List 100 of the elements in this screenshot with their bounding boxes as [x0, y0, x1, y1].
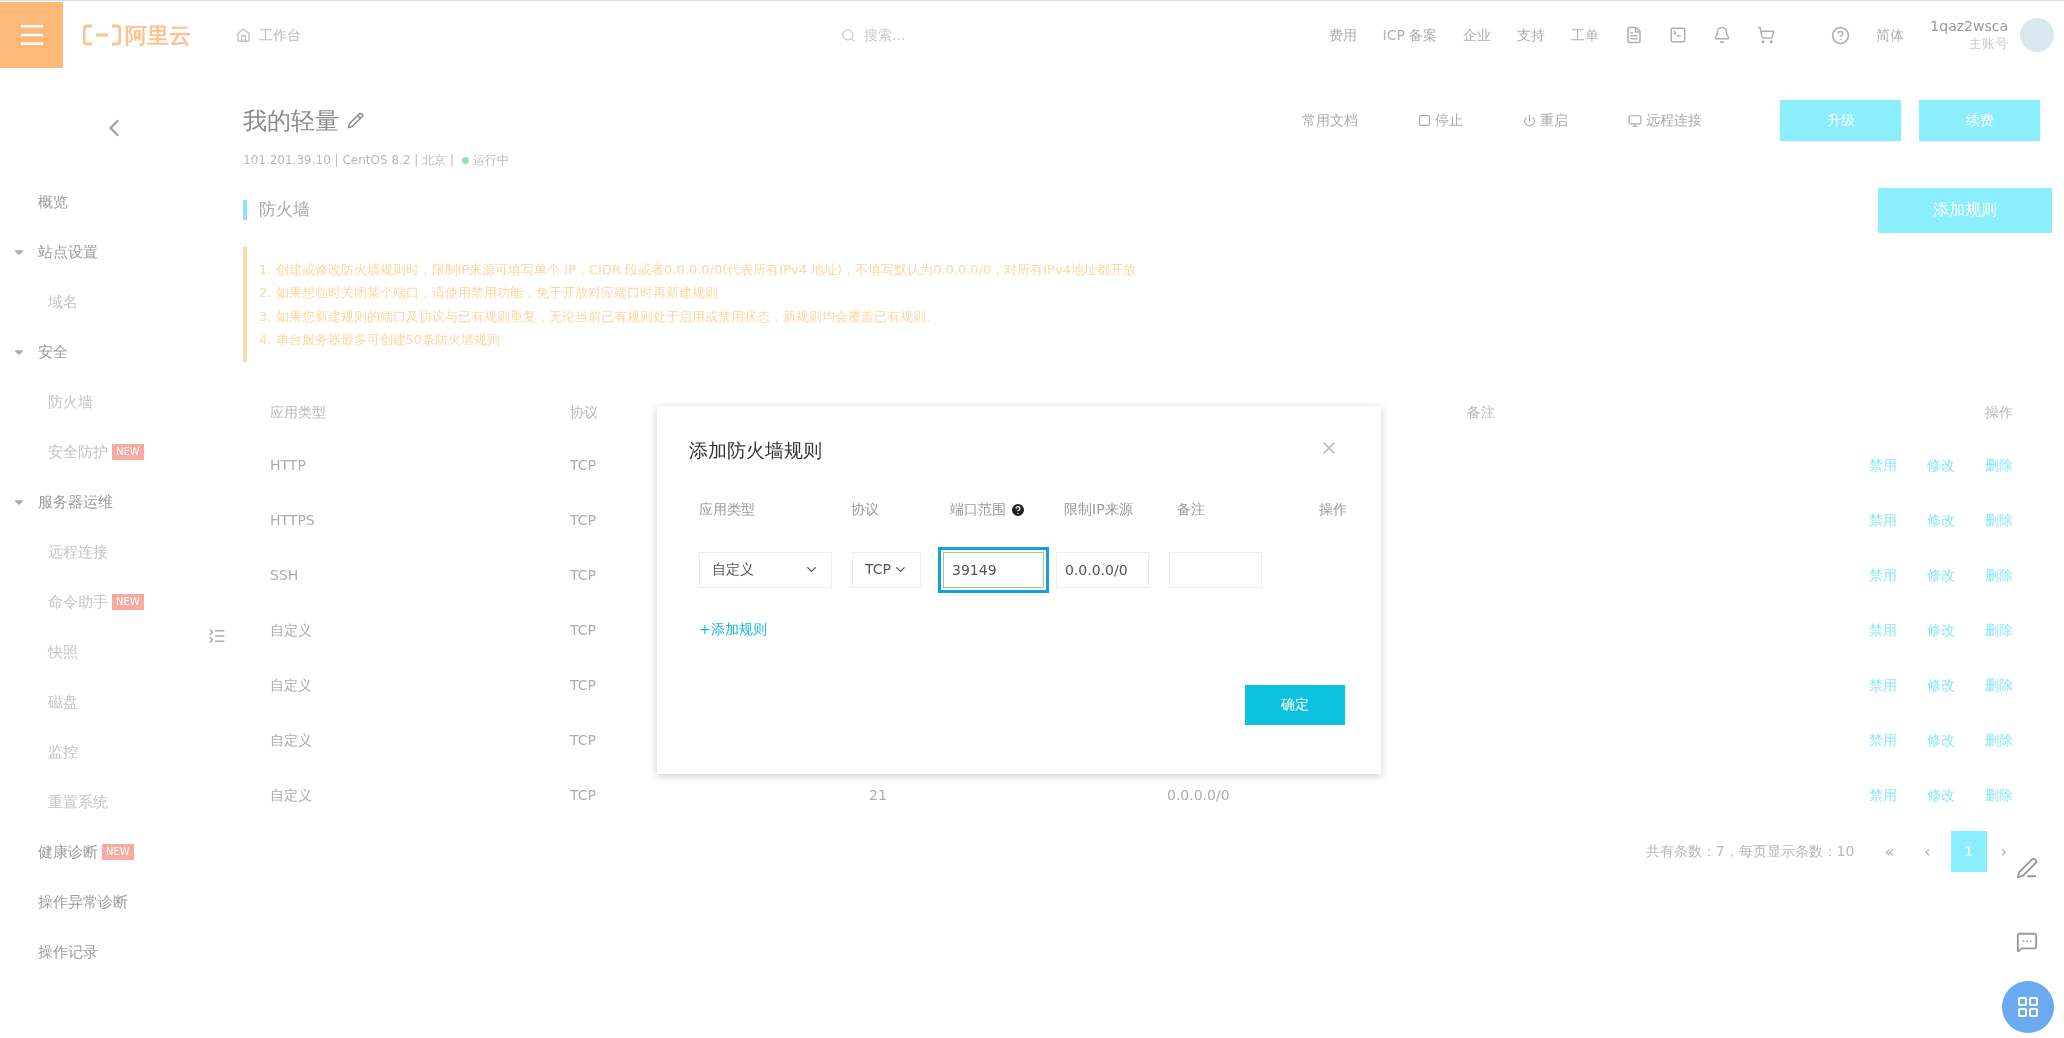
row-action-link[interactable]: 修改 [1927, 785, 1955, 806]
previous-page-button[interactable]: ‹ [1924, 839, 1931, 864]
row-action-link[interactable]: 删除 [1985, 675, 2013, 696]
nav-link[interactable]: 费用 [1328, 24, 1357, 46]
action-button[interactable]: 续费 [1919, 100, 2040, 141]
cart-icon[interactable] [1757, 26, 1776, 44]
add-rule-link[interactable]: +添加规则 [699, 620, 767, 637]
table-cell-text: 自定义 [270, 621, 312, 640]
action-button[interactable]: 常用文档 [1302, 110, 1358, 131]
menu-button[interactable] [0, 2, 63, 68]
table-cell-text: HTTP [270, 456, 306, 475]
new-badge: NEW [102, 844, 134, 860]
row-action-link[interactable]: 删除 [1985, 785, 2013, 806]
sidebar-item[interactable]: 操作异常诊断 [38, 890, 128, 914]
row-action-link[interactable]: 禁用 [1869, 620, 1897, 641]
sidebar-item[interactable]: 概览 [38, 190, 68, 214]
terminal-icon[interactable] [1669, 26, 1688, 44]
table-cell-text: HTTPS [270, 511, 315, 530]
instance-info: 101.201.39.10 | CentOS 8.2 | 北京 | [243, 152, 455, 169]
power-icon [1523, 114, 1536, 127]
logo-text: 阿里云 [125, 21, 191, 50]
stop-icon [1418, 114, 1431, 127]
row-action-link[interactable]: 删除 [1985, 620, 2013, 641]
table-cell-text: SSH [270, 566, 299, 585]
logo-icon [83, 24, 121, 46]
row-action-link[interactable]: 删除 [1985, 730, 2013, 751]
sidebar-item[interactable]: 磁盘 [48, 690, 78, 714]
action-button[interactable]: 升级 [1780, 100, 1901, 141]
action-button[interactable]: 停止 [1418, 110, 1463, 131]
row-action-link[interactable]: 禁用 [1869, 785, 1897, 806]
status-text: 运行中 [473, 152, 510, 169]
row-action-link[interactable]: 禁用 [1869, 455, 1897, 476]
row-action-link[interactable]: 删除 [1985, 455, 2013, 476]
first-page-button[interactable]: « [1884, 839, 1895, 864]
row-action-link[interactable]: 禁用 [1869, 565, 1897, 586]
row-action-link[interactable]: 删除 [1985, 510, 2013, 531]
user-name[interactable]: 1qaz2wsca [1930, 18, 2008, 36]
section-title: 防火墙 [259, 198, 310, 222]
table-cell-text: 自定义 [270, 786, 312, 805]
column-header: 协议 [570, 402, 599, 422]
nav-link[interactable]: 企业 [1463, 24, 1492, 46]
row-action-link[interactable]: 修改 [1927, 620, 1955, 641]
chat-icon[interactable] [2016, 931, 2038, 953]
sidebar-item[interactable]: 快照 [48, 640, 78, 664]
home-link[interactable]: 工作台 [259, 24, 301, 46]
nav-link[interactable]: 工单 [1571, 24, 1600, 46]
edit-icon[interactable] [2016, 857, 2038, 879]
port-field[interactable]: 39149 [938, 546, 1049, 593]
nav-link[interactable]: 支持 [1517, 24, 1546, 46]
language-link[interactable]: 简体 [1876, 24, 1905, 46]
source-ip-field[interactable]: 0.0.0.0/0 [1056, 551, 1149, 588]
page-title: 我的轻量 [243, 105, 339, 137]
dialog-title: 添加防火墙规则 [688, 438, 822, 463]
row-action-link[interactable]: 修改 [1927, 455, 1955, 476]
home-icon[interactable] [236, 27, 251, 43]
action-button[interactable]: 远程连接 [1628, 110, 1702, 131]
row-action-link[interactable]: 修改 [1927, 675, 1955, 696]
sidebar-item[interactable]: 安全 [38, 340, 68, 364]
row-action-link[interactable]: 修改 [1927, 565, 1955, 586]
notice-text: 1. 创建或修改防火墙规则时，限制IP来源可填写单个 IP，CIDR 段或者0.0.0.0/0(代表所有IPv4 地址)，不填写默认为0.0.0.0/0，对所有IPv4地址都开放 [259, 260, 1137, 279]
sidebar-item[interactable]: 站点设置 [38, 240, 98, 264]
sidebar-item[interactable]: 监控 [48, 740, 78, 764]
nav-link[interactable]: ICP 备案 [1382, 24, 1438, 46]
collapse-icon[interactable] [208, 627, 226, 645]
bell-icon[interactable] [1713, 26, 1732, 44]
sidebar-item[interactable]: 域名 [48, 290, 78, 314]
page-button[interactable]: 1 [1950, 831, 1987, 872]
sidebar-item[interactable]: 服务器运维 [38, 490, 113, 514]
new-badge: NEW [112, 594, 144, 610]
row-action-link[interactable]: 禁用 [1869, 510, 1897, 531]
table-cell-text: 自定义 [270, 731, 312, 750]
column-header: 应用类型 [699, 500, 755, 519]
confirm-button[interactable]: 确定 [1245, 684, 1345, 725]
action-button[interactable]: 重启 [1523, 110, 1568, 131]
sidebar-item[interactable]: 远程连接 [48, 540, 108, 564]
sidebar-item[interactable]: 健康诊断 [38, 840, 98, 864]
protocol-select[interactable]: TCP [852, 551, 921, 588]
row-action-link[interactable]: 修改 [1927, 730, 1955, 751]
apps-button[interactable] [2002, 981, 2054, 1033]
avatar[interactable] [2020, 18, 2054, 52]
document-icon[interactable] [1625, 26, 1644, 44]
type-select[interactable]: 自定义 [699, 551, 832, 588]
sidebar-item[interactable]: 安全防护 [48, 440, 108, 464]
sidebar-item[interactable]: 防火墙 [48, 390, 93, 414]
notice-text: 3. 如果您新建规则的端口及协议与已有规则重复，无论当前已有规则处于启用或禁用状态，新规则均会覆盖已有规则。 [259, 307, 940, 326]
table-cell-text: TCP [570, 731, 596, 750]
row-action-link[interactable]: 修改 [1927, 510, 1955, 531]
sidebar-item[interactable]: 操作记录 [38, 940, 98, 964]
table-cell-text: TCP [570, 566, 596, 585]
add-rule-button[interactable]: 添加规则 [1878, 187, 2052, 233]
table-cell-text: 0.0.0.0/0 [1167, 786, 1230, 805]
row-action-link[interactable]: 禁用 [1869, 730, 1897, 751]
row-action-link[interactable]: 删除 [1985, 565, 2013, 586]
table-cell-text: TCP [570, 456, 596, 475]
new-badge: NEW [112, 444, 144, 460]
monitor-icon [1628, 113, 1642, 128]
next-page-button[interactable]: › [2000, 839, 2007, 864]
edit-icon[interactable] [347, 112, 364, 129]
sidebar-item[interactable]: 命令助手 [48, 590, 108, 614]
row-action-link[interactable]: 禁用 [1869, 675, 1897, 696]
